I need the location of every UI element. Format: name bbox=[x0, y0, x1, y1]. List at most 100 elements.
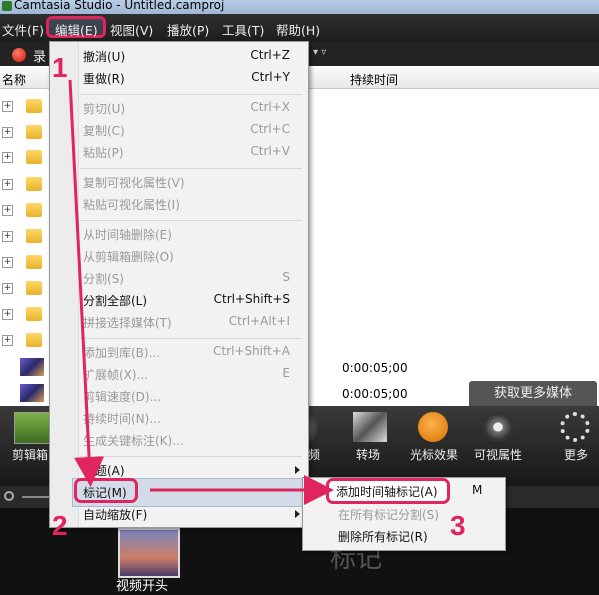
menu-shortcut: S bbox=[282, 270, 290, 284]
edit-menu-item[interactable]: 粘贴可视化属性(I) bbox=[83, 196, 180, 213]
clip-thumbnail[interactable] bbox=[20, 358, 44, 376]
folder-icon[interactable] bbox=[26, 125, 42, 139]
edit-menu-item[interactable]: 标记(M) bbox=[83, 484, 127, 501]
menu-shortcut: Ctrl+Shift+A bbox=[213, 344, 290, 358]
task-label-audio[interactable]: 频 bbox=[308, 446, 320, 463]
menu-shortcut: E bbox=[282, 366, 290, 380]
edit-menu-item[interactable]: 复制可视化属性(V) bbox=[83, 174, 185, 191]
expand-row-icon[interactable]: + bbox=[2, 283, 13, 294]
menu-separator bbox=[80, 338, 302, 339]
column-duration[interactable]: 持续时间 bbox=[350, 71, 398, 88]
folder-icon[interactable] bbox=[26, 229, 42, 243]
folder-icon[interactable] bbox=[26, 307, 42, 321]
folder-icon[interactable] bbox=[26, 203, 42, 217]
more-media-tab[interactable]: 获取更多媒体 bbox=[469, 381, 597, 407]
expand-row-icon[interactable]: + bbox=[2, 152, 13, 163]
callout-number-3: 3 bbox=[450, 510, 466, 541]
expand-row-icon[interactable]: + bbox=[2, 335, 13, 346]
menu-shortcut: Ctrl+V bbox=[250, 144, 290, 158]
submenu-delete-all-markers[interactable]: 删除所有标记(R) bbox=[338, 528, 428, 545]
menu-view[interactable]: 视图(V) bbox=[110, 20, 153, 39]
task-label-more[interactable]: 更多 bbox=[564, 446, 588, 463]
timeline-clip-thumbnail[interactable] bbox=[118, 528, 180, 578]
zoom-slider[interactable] bbox=[22, 496, 50, 498]
window-titlebar: Camtasia Studio - Untitled.camproj bbox=[0, 0, 599, 14]
app-icon bbox=[2, 1, 12, 11]
submenu-add-timeline-marker[interactable]: 添加时间轴标记(A) bbox=[336, 483, 438, 500]
edit-menu-item[interactable]: 剪切(U) bbox=[83, 100, 125, 117]
edit-menu-item[interactable]: 剪辑速度(D)... bbox=[83, 388, 161, 405]
visual-properties-icon[interactable] bbox=[482, 412, 514, 442]
menu-help[interactable]: 帮助(H) bbox=[276, 20, 320, 39]
folder-icon[interactable] bbox=[26, 150, 42, 164]
folder-icon[interactable] bbox=[26, 281, 42, 295]
timeline-clip-label: 视频开头 bbox=[116, 579, 169, 594]
expand-row-icon[interactable]: + bbox=[2, 205, 13, 216]
task-label-cursor-effects[interactable]: 光标效果 bbox=[410, 446, 458, 463]
edit-menu-item[interactable]: 从剪辑箱删除(O) bbox=[83, 248, 174, 265]
menu-separator bbox=[80, 94, 302, 95]
folder-icon[interactable] bbox=[26, 99, 42, 113]
expand-row-icon[interactable]: + bbox=[2, 101, 13, 112]
menu-shortcut: Ctrl+Shift+S bbox=[213, 292, 290, 306]
edit-menu-item[interactable]: 粘贴(P) bbox=[83, 144, 124, 161]
menu-shortcut: Ctrl+Alt+I bbox=[228, 314, 290, 328]
menu-shortcut: Ctrl+Z bbox=[250, 48, 290, 62]
clip-thumbnail[interactable] bbox=[20, 384, 44, 402]
edit-menu-item[interactable]: 分割全部(L) bbox=[83, 292, 147, 309]
more-icon[interactable] bbox=[560, 412, 590, 442]
expand-row-icon[interactable]: + bbox=[2, 179, 13, 190]
menu-play[interactable]: 播放(P) bbox=[167, 20, 209, 39]
menu-icon-strip bbox=[50, 42, 79, 527]
edit-menu-item[interactable]: 自动缩放(F) bbox=[83, 506, 147, 523]
edit-menu-item[interactable]: 从时间轴删除(E) bbox=[83, 226, 172, 243]
edit-menu-item[interactable]: 添加到库(B)... bbox=[83, 344, 160, 361]
menu-edit[interactable]: 编辑(E) bbox=[55, 20, 98, 39]
clip-bin-icon[interactable] bbox=[14, 412, 50, 444]
submenu-arrow-icon bbox=[295, 466, 300, 474]
clip-duration: 0:00:05;00 bbox=[342, 361, 408, 375]
record-icon[interactable] bbox=[12, 48, 26, 62]
edit-menu-item[interactable]: 拼接选择媒体(T) bbox=[83, 314, 172, 331]
menu-separator bbox=[80, 456, 302, 457]
cursor-effects-icon[interactable] bbox=[418, 412, 448, 442]
zoom-icon[interactable] bbox=[4, 491, 14, 501]
edit-menu-item[interactable]: 撤消(U) bbox=[83, 48, 125, 65]
menu-shortcut: Ctrl+C bbox=[250, 122, 290, 136]
submenu-split-all-markers[interactable]: 在所有标记分割(S) bbox=[338, 506, 439, 523]
edit-menu-item[interactable]: 持续时间(N)... bbox=[83, 410, 161, 427]
transition-icon[interactable] bbox=[353, 412, 387, 442]
submenu-arrow-icon bbox=[295, 510, 300, 518]
menu-tools[interactable]: 工具(T) bbox=[222, 20, 264, 39]
edit-menu-item[interactable]: 生成关键标注(K)... bbox=[83, 432, 184, 449]
edit-menu-item[interactable]: 复制(C) bbox=[83, 122, 125, 139]
callout-number-2: 2 bbox=[52, 510, 68, 541]
expand-row-icon[interactable]: + bbox=[2, 127, 13, 138]
menu-shortcut: Ctrl+X bbox=[250, 100, 290, 114]
edit-menu-dropdown: 撤消(U) Ctrl+Z 重做(R) Ctrl+Y 剪切(U) Ctrl+X 复制(C) Ct… bbox=[49, 41, 309, 528]
folder-icon[interactable] bbox=[26, 177, 42, 191]
edit-menu-item[interactable]: 重做(R) bbox=[83, 70, 125, 87]
toolbar-dropdown-icon[interactable]: ▾ ▿ bbox=[313, 47, 326, 58]
expand-row-icon[interactable]: + bbox=[2, 257, 13, 268]
callout-number-1: 1 bbox=[52, 52, 68, 83]
folder-icon[interactable] bbox=[26, 333, 42, 347]
submenu-add-timeline-marker-shortcut: M bbox=[472, 483, 483, 497]
task-label-transitions[interactable]: 转场 bbox=[356, 446, 380, 463]
folder-icon[interactable] bbox=[26, 255, 42, 269]
task-label-visual-properties[interactable]: 可视属性 bbox=[474, 446, 522, 463]
expand-row-icon[interactable]: + bbox=[2, 309, 13, 320]
edit-menu-item[interactable]: 标题(A) bbox=[83, 462, 125, 479]
menu-separator bbox=[80, 220, 302, 221]
window-title: Camtasia Studio - Untitled.camproj bbox=[14, 0, 225, 12]
record-label[interactable]: 录 bbox=[33, 46, 46, 65]
menu-separator bbox=[80, 168, 302, 169]
edit-menu-item[interactable]: 分割(S) bbox=[83, 270, 124, 287]
column-name[interactable]: 名称 bbox=[2, 71, 26, 88]
edit-menu-item[interactable]: 扩展帧(X)... bbox=[83, 366, 148, 383]
expand-row-icon[interactable]: + bbox=[2, 231, 13, 242]
menu-shortcut: Ctrl+Y bbox=[251, 70, 290, 84]
clip-duration: 0:00:05;00 bbox=[342, 387, 408, 401]
task-label-clipbin[interactable]: 剪辑箱 bbox=[12, 446, 48, 463]
menu-file[interactable]: 文件(F) bbox=[2, 20, 44, 39]
